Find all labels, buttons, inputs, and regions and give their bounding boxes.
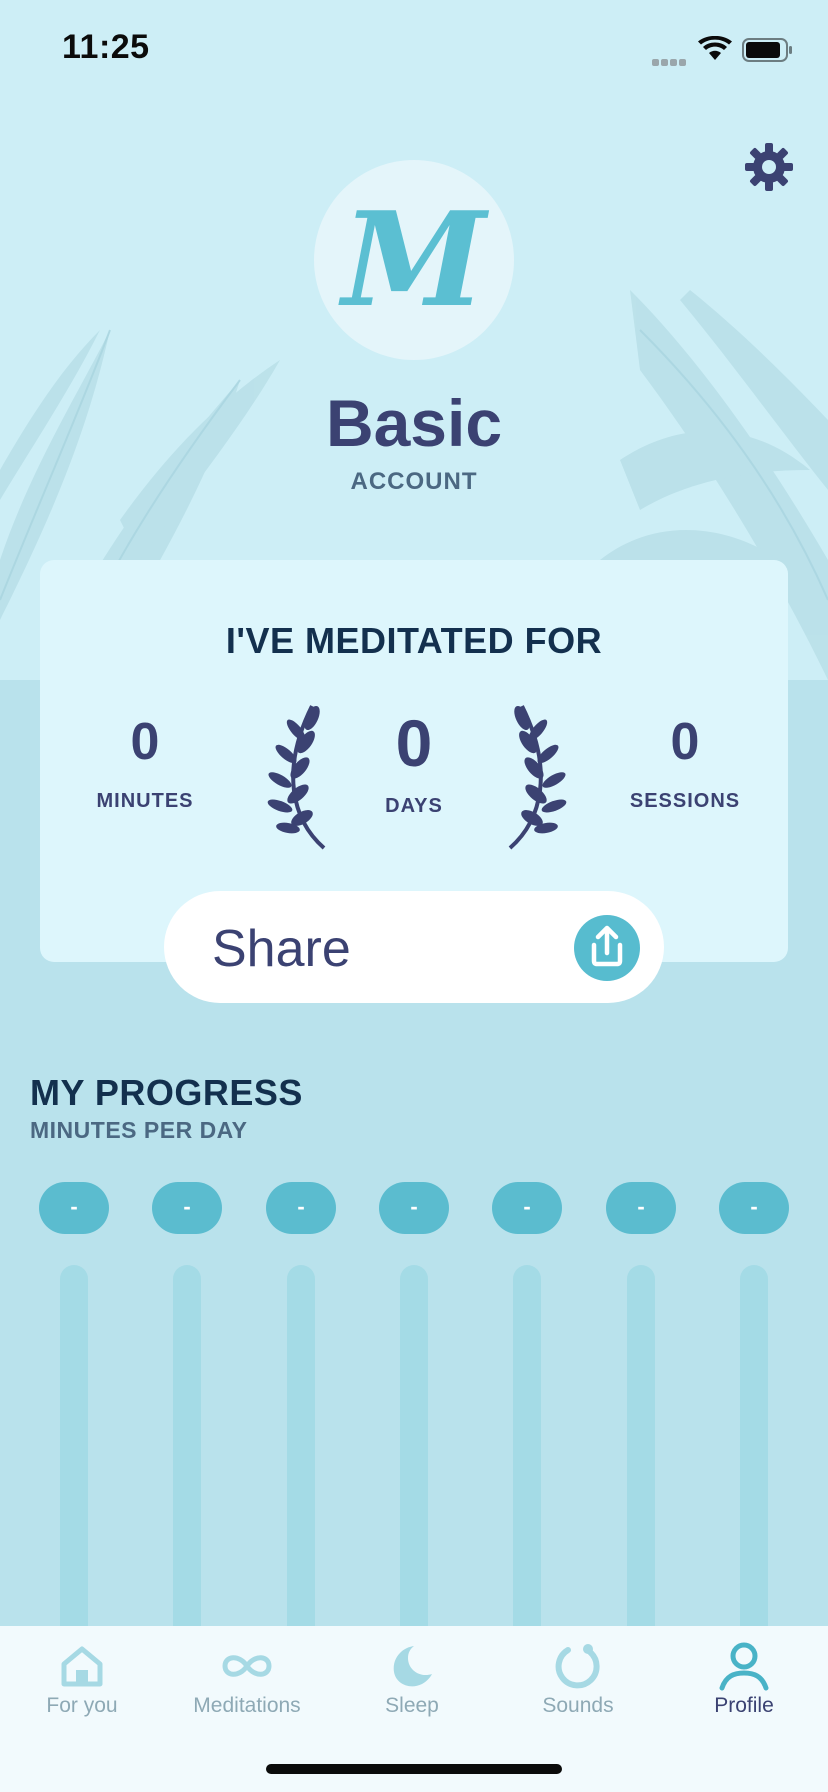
tab-for-you[interactable]: For you (22, 1626, 142, 1746)
home-indicator[interactable] (266, 1764, 562, 1774)
tab-sleep[interactable]: Sleep (352, 1626, 472, 1746)
right-laurel-icon (508, 705, 567, 850)
battery-icon (742, 38, 792, 62)
profile-icon (719, 1642, 769, 1691)
days-stat: 0 DAYS (339, 705, 489, 818)
avatar[interactable]: M (314, 160, 514, 360)
tab-profile[interactable]: Profile (684, 1626, 804, 1746)
tab-sounds[interactable]: Sounds (518, 1626, 638, 1746)
day-bar (627, 1265, 655, 1665)
infinity-icon (222, 1655, 272, 1677)
tab-meditations[interactable]: Meditations (182, 1626, 312, 1746)
day-bar (173, 1265, 201, 1665)
profile-screen: 11:25 M Basic ACCOUNT I'VE MEDITATED FOR (0, 0, 828, 1792)
cellular-signal-icon (652, 53, 692, 66)
day-bar (740, 1265, 768, 1665)
minutes-stat: 0 MINUTES (70, 712, 220, 813)
day-bar (287, 1265, 315, 1665)
progress-subtitle: MINUTES PER DAY (30, 1117, 248, 1143)
status-time: 11:25 (62, 28, 150, 66)
home-icon (61, 1646, 103, 1687)
days-label: DAYS (385, 795, 443, 817)
day-value-pill: - (266, 1182, 336, 1234)
day-value-pill: - (492, 1182, 562, 1234)
tab-label: Meditations (193, 1694, 301, 1717)
share-button[interactable]: Share (164, 891, 664, 1003)
minutes-value: 0 (130, 713, 160, 771)
tab-label: Sleep (385, 1694, 439, 1717)
sounds-icon (555, 1644, 600, 1689)
stats-heading: I'VE MEDITATED FOR (225, 620, 603, 661)
day-bar (400, 1265, 428, 1665)
left-laurel-icon (267, 705, 326, 850)
day-value-pill: - (606, 1182, 676, 1234)
plan-subtitle: ACCOUNT (350, 468, 478, 495)
avatar-monogram: M (342, 183, 486, 336)
day-value-pill: - (719, 1182, 789, 1234)
settings-gear-icon[interactable] (744, 142, 794, 192)
sessions-label: SESSIONS (629, 790, 741, 812)
plan-title: Basic (325, 386, 503, 460)
sessions-value: 0 (670, 713, 700, 771)
share-label: Share (212, 920, 351, 978)
day-value-pill: - (39, 1182, 109, 1234)
day-bar (60, 1265, 88, 1665)
progress-title: MY PROGRESS (30, 1072, 303, 1113)
share-upload-icon (574, 915, 640, 981)
days-value: 0 (395, 706, 433, 780)
day-bar (513, 1265, 541, 1665)
tab-label: For you (46, 1694, 118, 1717)
minutes-label: MINUTES (96, 790, 194, 812)
tab-label: Profile (714, 1694, 774, 1717)
tab-label: Sounds (542, 1694, 614, 1717)
moon-icon (393, 1646, 432, 1687)
day-value-pill: - (152, 1182, 222, 1234)
sessions-stat: 0 SESSIONS (600, 712, 770, 813)
day-value-pill: - (379, 1182, 449, 1234)
wifi-icon (698, 36, 732, 60)
